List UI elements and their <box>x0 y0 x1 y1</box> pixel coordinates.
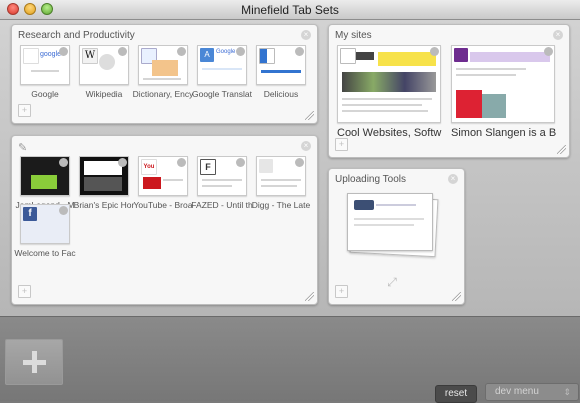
close-tab-icon[interactable] <box>236 158 245 167</box>
delicious-favicon <box>259 48 275 64</box>
tab-wikipedia[interactable]: W Wikipedia <box>79 45 129 99</box>
tab-dictionary[interactable]: Dictionary, Ency <box>133 45 193 99</box>
close-group-icon[interactable]: × <box>448 174 458 184</box>
resize-handle[interactable] <box>452 292 461 301</box>
chevron-updown-icon: ⇕ <box>563 387 571 397</box>
google-translate-favicon: A <box>200 48 214 62</box>
tab-label: Cool Websites, Softw <box>337 127 442 139</box>
site-favicon <box>454 48 468 62</box>
close-group-icon[interactable]: × <box>301 141 311 151</box>
group-title: Research and Productivity <box>18 30 135 41</box>
wikipedia-favicon: W <box>82 48 98 64</box>
dev-menu-select[interactable]: dev menu ⇕ <box>485 383 579 401</box>
tab-thumbnail: google <box>20 45 70 85</box>
tab-label: Delicious <box>263 89 299 99</box>
tab-label: Simon Slangen is a B <box>451 127 557 139</box>
tab-fazed[interactable]: F FAZED - Until th <box>191 156 253 210</box>
close-tab-icon[interactable] <box>59 158 68 167</box>
group-title: My sites <box>335 30 372 41</box>
tab-thumbnail <box>256 156 306 196</box>
tab-label: Brian's Epic Hor <box>73 200 135 210</box>
tab-delicious[interactable]: Delicious <box>256 45 306 99</box>
facebook-favicon: f <box>23 207 37 221</box>
group-untitled[interactable]: ✎ × JamLegend - M Brian's Epic Hor You <box>11 135 318 305</box>
group-title: Uploading Tools <box>335 174 406 185</box>
edit-pencil-icon[interactable]: ✎ <box>18 141 27 154</box>
tab-digg[interactable]: Digg - The Late <box>252 156 310 210</box>
resize-handle[interactable] <box>557 145 566 154</box>
tab-thumbnail: W <box>79 45 129 85</box>
tab-label: Welcome to Fac <box>14 248 76 258</box>
tab-label: Dictionary, Ency <box>132 89 194 99</box>
tab-thumbnail: F <box>197 156 247 196</box>
tab-google-translate[interactable]: A Google Google Translat <box>192 45 252 99</box>
resize-handle[interactable] <box>305 292 314 301</box>
tab-thumbnail <box>20 156 70 196</box>
tab-label: Google Translat <box>191 89 252 99</box>
group-research-and-productivity[interactable]: Research and Productivity × google Googl… <box>11 24 318 124</box>
new-group-button[interactable] <box>5 339 63 385</box>
resize-handle[interactable] <box>305 111 314 120</box>
stacked-tab-thumbnail[interactable] <box>347 193 433 251</box>
tab-google[interactable]: google Google <box>20 45 70 99</box>
group-my-sites[interactable]: My sites × Cool Websites, Softw Simon Sl… <box>328 24 570 158</box>
tab-thumbnail <box>337 45 441 123</box>
tab-label: YouTube - Broa <box>133 200 193 210</box>
tab-simon-slangen[interactable]: Simon Slangen is a B <box>451 45 556 139</box>
tab-label: Google <box>31 89 59 99</box>
tab-thumbnail <box>138 45 188 85</box>
new-tab-icon[interactable]: + <box>18 104 31 117</box>
dev-menu-label: dev menu <box>495 386 539 397</box>
close-tab-icon[interactable] <box>295 158 304 167</box>
window-titlebar: Minefield Tab Sets <box>0 0 580 20</box>
plus-icon <box>23 360 46 365</box>
close-tab-icon[interactable] <box>236 47 245 56</box>
close-group-icon[interactable]: × <box>553 30 563 40</box>
new-tab-icon[interactable]: + <box>18 285 31 298</box>
new-tab-icon[interactable]: + <box>335 138 348 151</box>
close-tab-icon[interactable] <box>59 206 68 215</box>
youtube-favicon: You <box>141 159 157 175</box>
tab-cool-websites[interactable]: Cool Websites, Softw <box>337 45 441 139</box>
reset-button[interactable]: reset <box>435 385 477 403</box>
tab-thumbnail: f <box>20 204 70 244</box>
new-tab-icon[interactable]: + <box>335 285 348 298</box>
close-tab-icon[interactable] <box>430 47 439 56</box>
group-uploading-tools[interactable]: Uploading Tools × ⤢ + <box>328 168 465 305</box>
expand-group-icon[interactable]: ⤢ <box>384 274 400 290</box>
tab-label: FAZED - Until th <box>191 200 253 210</box>
fazed-favicon: F <box>200 159 216 175</box>
close-tab-icon[interactable] <box>295 47 304 56</box>
close-tab-icon[interactable] <box>544 47 553 56</box>
tab-facebook[interactable]: f Welcome to Fac <box>14 204 76 258</box>
tab-thumbnail <box>79 156 129 196</box>
close-tab-icon[interactable] <box>118 47 127 56</box>
tab-label: Wikipedia <box>85 89 123 99</box>
tab-youtube[interactable]: You YouTube - Broa <box>134 156 192 210</box>
tab-jamlegend[interactable]: JamLegend - M <box>15 156 75 210</box>
close-tab-icon[interactable] <box>177 47 186 56</box>
close-group-icon[interactable]: × <box>301 30 311 40</box>
tab-thumbnail: A Google <box>197 45 247 85</box>
close-tab-icon[interactable] <box>177 158 186 167</box>
close-tab-icon[interactable] <box>118 158 127 167</box>
tab-thumbnail <box>256 45 306 85</box>
digg-favicon <box>259 159 273 173</box>
window-title: Minefield Tab Sets <box>241 3 339 17</box>
google-favicon <box>23 48 39 64</box>
site-favicon <box>340 48 356 64</box>
tab-brians-epic[interactable]: Brian's Epic Hor <box>74 156 134 210</box>
tab-thumbnail: You <box>138 156 188 196</box>
tab-label: Digg - The Late <box>251 200 311 210</box>
tab-sets-workspace: Research and Productivity × google Googl… <box>0 20 580 316</box>
close-tab-icon[interactable] <box>59 47 68 56</box>
tab-thumbnail <box>451 45 555 123</box>
